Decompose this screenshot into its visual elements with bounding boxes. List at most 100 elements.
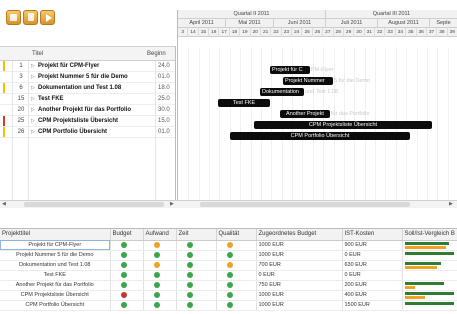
expand-icon[interactable]: ▷: [31, 85, 35, 91]
table-column-header[interactable]: Projekttitel: [0, 229, 111, 241]
project-title-cell[interactable]: Test FKE: [0, 270, 111, 281]
project-title-cell[interactable]: Projekt Nummer 5 für die Demo: [0, 250, 111, 261]
gantt-bar-label: CPM Projektsliste Übersicht: [308, 122, 378, 128]
table-column-header[interactable]: Zugeordnetes Budget: [256, 229, 343, 241]
table-column-header[interactable]: Zeit: [176, 229, 217, 241]
scroll-right-icon[interactable]: ▶: [449, 201, 453, 207]
table-row[interactable]: Projekt Nummer 5 für die Demo 1000 EUR 0 E…: [0, 250, 457, 261]
actual-cost-bar: [404, 295, 426, 299]
table-column-header[interactable]: IST-Kosten: [342, 229, 403, 241]
table-row[interactable]: Dokumentation und Test 1.08 700 EUR 630 EU…: [0, 260, 457, 271]
target-budget-bar: [404, 261, 441, 265]
table-column-header[interactable]: Aufwand: [143, 229, 177, 241]
status-indicator-icon: [120, 291, 127, 298]
expand-icon[interactable]: ▷: [31, 118, 35, 124]
project-title-cell[interactable]: Projekt für CPM-Flyer: [0, 240, 111, 251]
table-row[interactable]: Test FKE 0 EUR 0 EUR: [0, 270, 457, 281]
status-cell: [143, 250, 177, 261]
expand-icon[interactable]: ▷: [31, 107, 35, 113]
task-begin: 01.0: [158, 74, 170, 80]
gantt-task-row[interactable]: 1 ▷ Projekt für CPM-Flyer 24.0: [0, 61, 175, 72]
expand-icon[interactable]: ▷: [31, 63, 35, 69]
status-cell: [143, 270, 177, 281]
project-title-cell[interactable]: Dokumentation und Test 1.08: [0, 260, 111, 271]
gantt-task-row[interactable]: 25 ▷ CPM Projektsliste Übersicht 15.0: [0, 116, 175, 127]
table-row[interactable]: CPM Portfolio Übersicht 1000 EUR 1500 EUR: [0, 300, 457, 311]
priority-flag-icon: [3, 94, 9, 104]
task-title: CPM Projektsliste Übersicht: [38, 118, 119, 124]
timeline-scroll-thumb[interactable]: [200, 202, 410, 207]
column-divider: [12, 61, 13, 204]
assigned-budget-cell: 750 EUR: [256, 280, 343, 291]
task-number: 1: [19, 63, 23, 69]
scroll-right-icon[interactable]: ▶: [170, 201, 174, 207]
target-budget-bar: [404, 251, 454, 255]
month-label: April 2011: [178, 19, 226, 28]
status-cell: [176, 290, 217, 301]
status-indicator-icon: [186, 261, 193, 268]
gantt-bar-label-overflow: PM-Flyer: [311, 67, 334, 73]
status-indicator-icon: [153, 281, 160, 288]
status-indicator-icon: [186, 281, 193, 288]
flag-icon[interactable]: [40, 10, 55, 25]
status-cell: [216, 250, 257, 261]
target-budget-bar: [404, 301, 454, 305]
grid-scroll-thumb[interactable]: [24, 202, 164, 207]
task-title: CPM Portfolio Übersicht: [38, 129, 108, 135]
timeline-days: 3 14 15 16 17 18 19 20 21 22 23 24 25 26 27 28 29 30 31 32 3…: [178, 28, 457, 37]
table-column-header[interactable]: Qualität: [216, 229, 257, 241]
actual-cost-cell: 630 EUR: [342, 260, 403, 271]
status-cell: [110, 270, 144, 281]
actual-cost-bar: [404, 265, 437, 269]
expand-icon[interactable]: ▷: [31, 74, 35, 80]
scroll-left-icon[interactable]: ◀: [2, 201, 6, 207]
status-indicator-icon: [153, 261, 160, 268]
assigned-budget-cell: 0 EUR: [256, 270, 343, 281]
timeline-gridline: [209, 47, 211, 204]
status-indicator-icon: [186, 251, 193, 258]
assigned-budget-cell: 1000 EUR: [256, 240, 343, 251]
status-indicator-icon: [153, 271, 160, 278]
gantt-task-row[interactable]: 26 ▷ CPM Portfolio Übersicht 01.0: [0, 127, 175, 138]
timeline-gridline: [437, 47, 439, 204]
project-title-cell[interactable]: CPM Projektsliste Übersicht: [0, 290, 111, 301]
timeline-months: April 2011 Mai 2011 Juni 2011 Juli 2011 Augu…: [178, 19, 457, 28]
project-title-cell[interactable]: CPM Portfolio Übersicht: [0, 300, 111, 311]
status-cell: [110, 260, 144, 271]
gantt-bar-label: Test FKE: [232, 100, 256, 106]
week-label: 19: [240, 28, 251, 37]
status-cell: [176, 300, 217, 311]
priority-flag-icon: [3, 105, 9, 115]
column-header-begin[interactable]: Beginn: [147, 51, 166, 57]
expand-icon[interactable]: ▷: [31, 96, 35, 102]
table-row[interactable]: Projekt für CPM-Flyer 1000 EUR 900 EUR: [0, 240, 457, 251]
status-indicator-icon: [153, 251, 160, 258]
document-icon[interactable]: [23, 10, 38, 25]
status-indicator-icon: [226, 271, 233, 278]
expand-icon[interactable]: ▷: [31, 129, 35, 135]
horizontal-scrollbar[interactable]: ◀ ▶ ▶: [0, 200, 457, 208]
project-title-cell[interactable]: Another Projekt für das Portfolio: [0, 280, 111, 291]
week-label: 21: [261, 28, 272, 37]
status-indicator-icon: [153, 241, 160, 248]
gantt-task-row[interactable]: 6 ▷ Dokumentation und Test 1.08 18.0: [0, 83, 175, 94]
week-label: 14: [188, 28, 199, 37]
status-cell: [110, 240, 144, 251]
folder-icon[interactable]: [6, 10, 21, 25]
gantt-task-row[interactable]: 15 ▷ Test FKE 25.0: [0, 94, 175, 105]
week-label: 20: [251, 28, 261, 37]
comparison-cell: [402, 270, 457, 281]
actual-cost-cell: 0 EUR: [342, 250, 403, 261]
status-indicator-icon: [120, 251, 127, 258]
status-indicator-icon: [226, 301, 233, 308]
table-column-header[interactable]: Budget: [110, 229, 144, 241]
table-row[interactable]: CPM Projektsliste Übersicht 1000 EUR 400 E…: [0, 290, 457, 301]
priority-flag-icon: [3, 127, 9, 137]
column-header-title[interactable]: Titel: [32, 51, 43, 57]
gantt-task-row[interactable]: 3 ▷ Projekt Nummer 5 für die Demo 01.0: [0, 72, 175, 83]
task-number: 3: [19, 74, 23, 80]
gantt-task-row[interactable]: 20 ▷ Another Projekt für das Portfolio 30.0: [0, 105, 175, 116]
timeline-chart-area[interactable]: Projekt für C PM-Flyer Projekt Nummer 5 fü…: [178, 47, 457, 204]
table-row[interactable]: Another Projekt für das Portfolio 750 EUR…: [0, 280, 457, 291]
table-column-header[interactable]: Soll/Ist-Vergleich B: [402, 229, 457, 241]
